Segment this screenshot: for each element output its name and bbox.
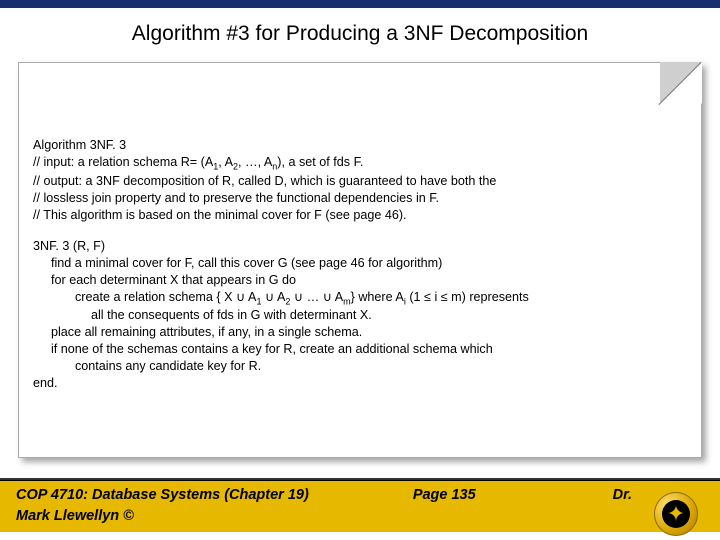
txt: ∪ A bbox=[261, 290, 285, 304]
algo-note: // This algorithm is based on the minima… bbox=[33, 207, 687, 224]
algo-step: if none of the schemas contains a key fo… bbox=[33, 341, 687, 358]
author-label: Mark Llewellyn © bbox=[16, 508, 134, 524]
algo-step: contains any candidate key for R. bbox=[33, 358, 687, 375]
course-label: COP 4710: Database Systems (Chapter 19) bbox=[16, 487, 309, 503]
footer-bar: COP 4710: Database Systems (Chapter 19) … bbox=[0, 480, 720, 508]
top-accent-bar bbox=[0, 0, 720, 8]
txt: (1 ≤ i ≤ m) represents bbox=[406, 290, 529, 304]
algo-step: find a minimal cover for F, call this co… bbox=[33, 255, 687, 272]
algorithm-note-box: Algorithm 3NF. 3 // input: a relation sc… bbox=[18, 62, 702, 458]
page-title: Algorithm #3 for Producing a 3NF Decompo… bbox=[0, 8, 720, 54]
algo-input: // input: a relation schema R= (A1, A2, … bbox=[33, 154, 687, 173]
txt: , …, A bbox=[238, 155, 272, 169]
university-logo: ✦ bbox=[654, 492, 698, 536]
algo-output-1: // output: a 3NF decomposition of R, cal… bbox=[33, 173, 687, 190]
txt: ∪ … ∪ A bbox=[290, 290, 343, 304]
sub: m bbox=[343, 296, 351, 306]
page-fold-corner bbox=[660, 62, 702, 104]
txt: create a relation schema { X ∪ A bbox=[75, 290, 256, 304]
txt: ), a set of fds F. bbox=[277, 155, 363, 169]
algo-step: create a relation schema { X ∪ A1 ∪ A2 ∪… bbox=[33, 289, 687, 308]
algo-name: Algorithm 3NF. 3 bbox=[33, 137, 687, 154]
footer-bar-2: Mark Llewellyn © bbox=[0, 508, 720, 532]
txt: // input: a relation schema R= (A bbox=[33, 155, 213, 169]
algorithm-header-block: Algorithm 3NF. 3 // input: a relation sc… bbox=[33, 137, 687, 224]
txt: } where A bbox=[351, 290, 404, 304]
logo-star-icon: ✦ bbox=[667, 503, 685, 525]
page-number: Page 135 bbox=[309, 487, 476, 503]
algorithm-body-block: 3NF. 3 (R, F) find a minimal cover for F… bbox=[33, 238, 687, 393]
txt: , A bbox=[218, 155, 233, 169]
algo-decl: 3NF. 3 (R, F) bbox=[33, 238, 687, 255]
algo-step: for each determinant X that appears in G… bbox=[33, 272, 687, 289]
algo-step: all the consequents of fds in G with det… bbox=[33, 307, 687, 324]
footer: COP 4710: Database Systems (Chapter 19) … bbox=[0, 478, 720, 540]
algo-output-2: // lossless join property and to preserv… bbox=[33, 190, 687, 207]
algo-step: place all remaining attributes, if any, … bbox=[33, 324, 687, 341]
algo-end: end. bbox=[33, 375, 687, 392]
algorithm-text: Algorithm 3NF. 3 // input: a relation sc… bbox=[19, 63, 701, 416]
